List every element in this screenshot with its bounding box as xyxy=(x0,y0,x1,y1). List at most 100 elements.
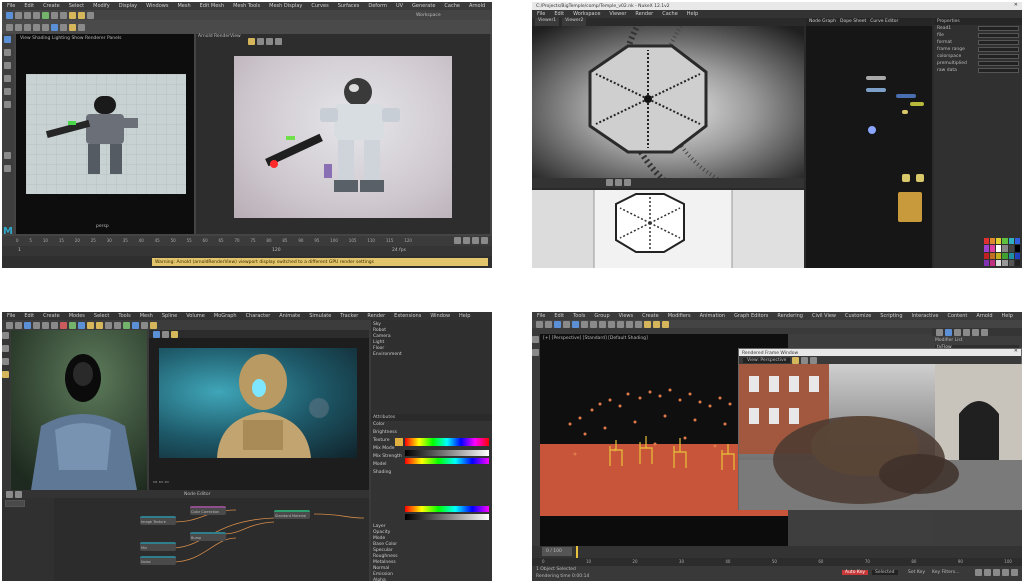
model-mode-icon[interactable] xyxy=(2,371,9,378)
menu-item[interactable]: Help xyxy=(687,11,698,17)
step-forward-icon[interactable] xyxy=(481,237,488,244)
render-window-save-icon[interactable] xyxy=(801,356,809,364)
toolbox-lasso-icon[interactable] xyxy=(4,49,11,56)
nuke-viewer-timebar[interactable] xyxy=(532,178,804,188)
menu-item[interactable]: Select xyxy=(69,3,84,9)
property-field[interactable] xyxy=(978,33,1019,38)
menu-item[interactable]: Generate xyxy=(412,3,435,9)
menu-item[interactable]: Edit xyxy=(554,11,564,17)
link-icon[interactable] xyxy=(554,320,561,328)
swatch-cell[interactable] xyxy=(1002,259,1008,266)
y-axis-icon[interactable] xyxy=(69,321,76,329)
menu-item[interactable]: Cache xyxy=(662,11,678,17)
menu-item[interactable]: Extensions xyxy=(394,313,421,319)
close-icon[interactable]: ✕ xyxy=(1014,2,1018,8)
render-setup-icon[interactable] xyxy=(653,320,660,328)
maya-range-slider[interactable]: 1 120 24 fps xyxy=(2,246,492,256)
menu-item[interactable]: Tools xyxy=(118,313,130,319)
workspace-label[interactable]: Workspace xyxy=(416,13,441,18)
render-window-copy-icon[interactable] xyxy=(810,356,818,364)
c4d-move-icon[interactable] xyxy=(33,321,40,329)
node-backdrop-b[interactable] xyxy=(916,174,924,182)
shelf-arnold-icon[interactable] xyxy=(69,23,76,31)
menu-item[interactable]: Deform xyxy=(368,3,387,9)
camera-icon[interactable] xyxy=(141,321,148,329)
node-search-icon[interactable] xyxy=(15,490,22,498)
max-render-icon[interactable] xyxy=(662,320,669,328)
menu-item[interactable]: Civil View xyxy=(812,313,836,319)
render-stop-icon[interactable] xyxy=(162,330,169,338)
swatch-cell[interactable] xyxy=(996,245,1002,252)
nuke-next-icon[interactable] xyxy=(624,179,631,186)
redo-icon[interactable] xyxy=(15,321,22,329)
menu-item[interactable]: Create xyxy=(642,313,659,319)
selected-dropdown[interactable]: Selected xyxy=(872,570,898,575)
key-filters-button[interactable]: Key Filters... xyxy=(932,570,959,575)
max-rotate-icon[interactable] xyxy=(599,320,606,328)
property-field[interactable] xyxy=(978,47,1019,52)
color-swatches[interactable] xyxy=(984,238,1020,266)
swatch-cell[interactable] xyxy=(990,245,996,252)
snap-grid-icon[interactable] xyxy=(42,11,49,19)
swatch-cell[interactable] xyxy=(990,252,996,259)
viewer-tab[interactable]: Viewer1 xyxy=(535,18,560,26)
z-axis-icon[interactable] xyxy=(78,321,85,329)
c4d-node-editor[interactable]: Node Editor Image Texture Color Correctio… xyxy=(2,490,369,581)
toolbox-move-icon[interactable] xyxy=(4,75,11,82)
menu-item[interactable]: Workspace xyxy=(573,11,600,17)
menu-item[interactable]: Create xyxy=(43,3,60,9)
menu-item[interactable]: Arnold xyxy=(469,3,485,9)
color-gradient-4[interactable] xyxy=(405,506,489,512)
c4d-render-view-icon[interactable] xyxy=(87,321,94,329)
shelf-sphere-icon[interactable] xyxy=(6,23,13,31)
renderview-stop-icon[interactable] xyxy=(257,38,264,45)
swatch-cell[interactable] xyxy=(1002,245,1008,252)
swatch-cell[interactable] xyxy=(1008,238,1014,245)
menu-item[interactable]: Views xyxy=(619,313,633,319)
menu-item[interactable]: Mesh xyxy=(140,313,153,319)
c4d-scale-icon[interactable] xyxy=(42,321,49,329)
menu-item[interactable]: Group xyxy=(594,313,609,319)
menu-item[interactable]: Display xyxy=(119,3,137,9)
snap-point-icon[interactable] xyxy=(60,11,67,19)
menu-item[interactable]: Modify xyxy=(93,3,110,9)
motion-tab-icon[interactable] xyxy=(963,328,970,336)
max-go-end-icon[interactable] xyxy=(1011,569,1018,576)
property-field[interactable] xyxy=(978,26,1019,31)
node-blur[interactable] xyxy=(910,102,924,106)
toolbox-rotate-icon[interactable] xyxy=(4,88,11,95)
c4d-render-icon[interactable] xyxy=(96,321,103,329)
swatch-cell[interactable] xyxy=(996,259,1002,266)
menu-item[interactable]: Windows xyxy=(146,3,168,9)
auto-key-button[interactable]: Auto Key xyxy=(842,570,869,575)
hierarchy-tab-icon[interactable] xyxy=(954,328,961,336)
c4d-viewport[interactable] xyxy=(11,330,147,490)
maya-time-slider[interactable]: 0 5 10 15 20 25 30 35 40 45 50 55 60 65 70 75 80 85 90 95 10… xyxy=(2,236,492,246)
renderview-render-icon[interactable] xyxy=(248,38,255,45)
menu-item[interactable]: Spline xyxy=(162,313,177,319)
select-tool-icon[interactable] xyxy=(6,11,13,19)
shelf-camera-icon[interactable] xyxy=(60,23,67,31)
menu-item[interactable]: Rendering xyxy=(777,313,803,319)
material-node[interactable]: Color Correction xyxy=(190,506,226,515)
renderview-snapshot-icon[interactable] xyxy=(266,38,273,45)
renderview-crop-icon[interactable] xyxy=(275,38,282,45)
maya-viewport[interactable]: View Shading Lighting Show Renderer Pane… xyxy=(16,34,194,234)
toolbox-scale-icon[interactable] xyxy=(4,101,11,108)
menu-item[interactable]: Interactive xyxy=(912,313,939,319)
swatch-cell[interactable] xyxy=(996,252,1002,259)
max-go-start-icon[interactable] xyxy=(975,569,982,576)
frame-end[interactable]: 120 xyxy=(272,248,281,253)
node-group[interactable] xyxy=(898,192,922,222)
frame-start[interactable]: 1 xyxy=(18,248,21,253)
menu-item[interactable]: MoGraph xyxy=(214,313,237,319)
shelf-cone-icon[interactable] xyxy=(33,23,40,31)
material-node[interactable]: Standard Material xyxy=(274,510,310,519)
nuke-prev-icon[interactable] xyxy=(606,179,613,186)
live-select-icon[interactable] xyxy=(24,321,31,329)
shelf-material-icon[interactable] xyxy=(78,23,85,31)
render-window-render-icon[interactable] xyxy=(792,356,800,364)
menu-item[interactable]: Render xyxy=(367,313,385,319)
swatch-cell[interactable] xyxy=(1002,238,1008,245)
modify-tab-icon[interactable] xyxy=(945,328,952,336)
